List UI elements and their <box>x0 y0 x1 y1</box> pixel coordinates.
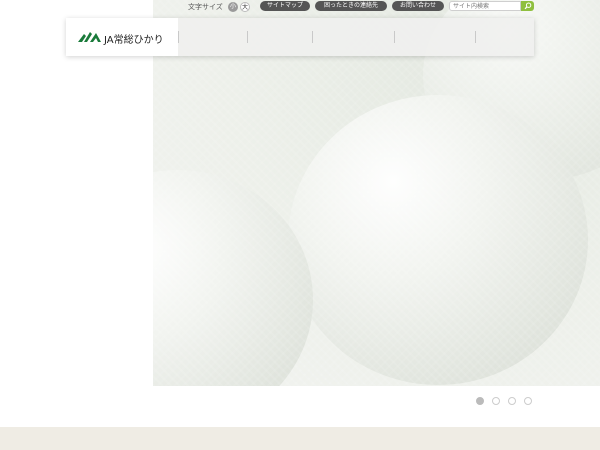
emergency-contact-link[interactable]: 困ったときの連絡先 <box>315 1 387 11</box>
contact-link[interactable]: お問い合わせ <box>392 1 444 11</box>
search-icon <box>524 2 532 10</box>
slider-dot[interactable] <box>476 397 484 405</box>
nav-item-5[interactable] <box>476 18 534 56</box>
font-size-label: 文字サイズ <box>188 3 223 11</box>
logo[interactable]: JA常総ひかり <box>66 18 178 56</box>
ja-logo-mark <box>78 32 101 42</box>
slider-dot[interactable] <box>524 397 532 405</box>
content-band <box>0 427 600 450</box>
hero-image <box>153 0 600 386</box>
slider-dot[interactable] <box>492 397 500 405</box>
utility-bar: 文字サイズ 小 大 サイトマップ 困ったときの連絡先 お問い合わせ <box>0 0 600 14</box>
nav-item-4[interactable] <box>395 18 475 56</box>
font-size-large-button[interactable]: 大 <box>240 2 250 12</box>
slider-dot[interactable] <box>508 397 516 405</box>
logo-text: JA常総ひかり <box>104 35 164 46</box>
site-search-input[interactable] <box>449 1 521 11</box>
nav-item-2[interactable] <box>248 18 312 56</box>
global-nav: JA常総ひかり <box>66 18 534 56</box>
sitemap-link[interactable]: サイトマップ <box>260 1 310 11</box>
nav-item-3[interactable] <box>313 18 394 56</box>
nav-item-1[interactable] <box>179 18 247 56</box>
font-size-small-button[interactable]: 小 <box>228 2 238 12</box>
melon-texture <box>153 0 600 386</box>
search-button[interactable] <box>521 1 534 11</box>
